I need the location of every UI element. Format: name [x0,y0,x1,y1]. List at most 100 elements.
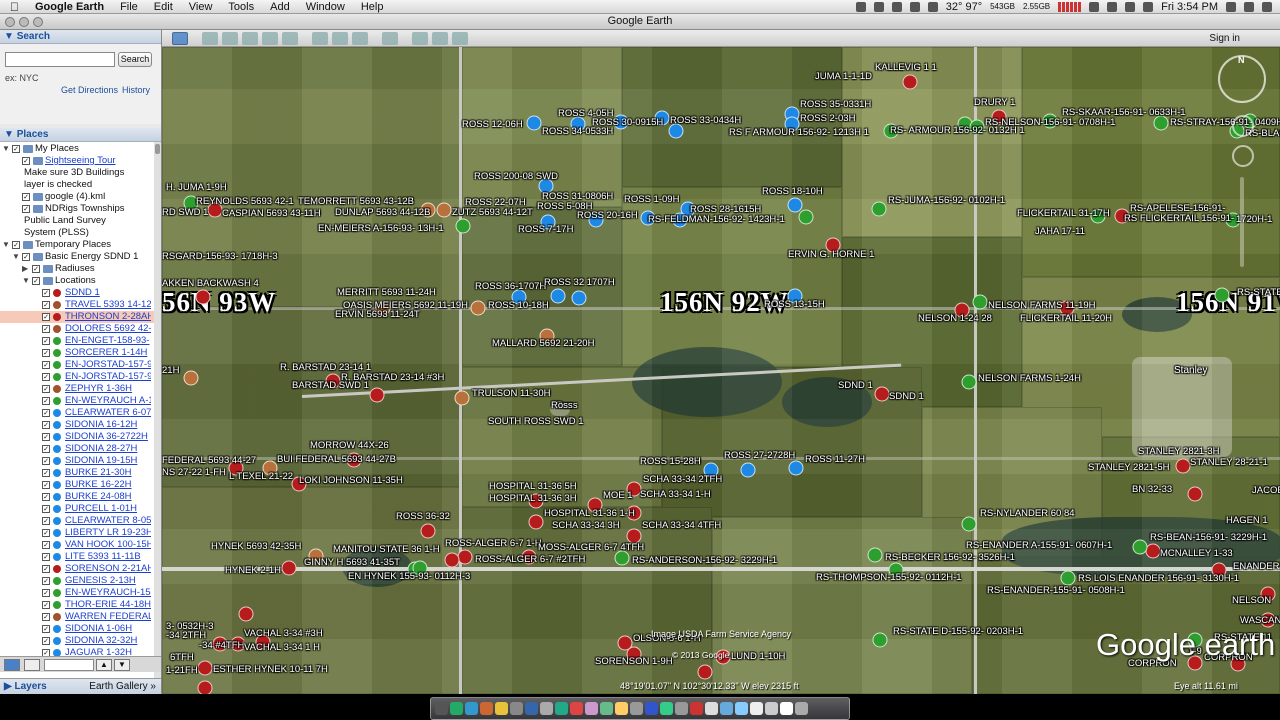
sync-icon[interactable] [909,1,920,12]
visibility-checkbox[interactable]: ✓ [22,205,30,213]
places-tree-item[interactable]: ✓ BURKE 24-08H [0,491,161,503]
placemark-label[interactable]: SCHA 33-34 3H [552,520,620,531]
placemark-label[interactable]: LOKI JOHNSON 11-35H [299,475,403,486]
placemark-label[interactable]: NELSON [1232,595,1271,606]
well-placemark[interactable] [238,606,254,622]
well-placemark[interactable] [528,514,544,530]
places-scrollbar[interactable] [154,142,161,682]
placemark-label[interactable]: ROSS 12-06H [462,119,523,130]
dock-app-icon[interactable] [525,702,538,715]
places-tree-item[interactable]: ✓ SORCERER 1-14H [0,347,161,359]
dock-app-icon[interactable] [705,702,718,715]
visibility-checkbox[interactable]: ✓ [22,193,30,201]
placemark-label[interactable]: SCHA 33-34 1-H [640,489,711,500]
visibility-checkbox[interactable]: ✓ [42,445,50,453]
visibility-checkbox[interactable]: ✓ [42,301,50,309]
well-placemark[interactable] [798,209,814,225]
dock-app-icon[interactable] [510,702,523,715]
placemark-label[interactable]: RS-FELDMAN-156-92- 1423H-1 [648,214,785,225]
visibility-checkbox[interactable]: ✓ [42,601,50,609]
placemark-label[interactable]: ROSS 36-32 [396,511,450,522]
placemark-label[interactable]: RS LOIS ENANDER 156-91- 3130H-1 [1078,573,1239,584]
panel-toggle-icon[interactable] [24,659,40,671]
expanded-arrow-icon[interactable]: ▼ [2,239,10,251]
visibility-checkbox[interactable]: ✓ [42,577,50,585]
places-tree-item[interactable]: ▼ ✓ My Places [0,143,161,155]
visibility-checkbox[interactable]: ✓ [42,541,50,549]
placemark-label[interactable]: EN HYNEK 155-93- 0112H-3 [348,571,470,582]
placemark-label[interactable]: 6TFH [170,652,194,663]
add-placemark-icon[interactable] [202,31,218,45]
placemark-label[interactable]: SDND 1 [838,380,873,391]
placemark-label[interactable]: ROSS 11-27H [805,454,865,465]
spotlight-search-icon[interactable] [1244,1,1254,12]
placemark-label[interactable]: HOSPITAL 31-36 1-H [544,508,635,519]
places-tree-item[interactable]: ✓ DOLORES 5692 42-2 [0,323,161,335]
places-tree-item[interactable]: Public Land Survey [0,215,161,227]
zoom-slider[interactable] [1240,177,1244,267]
placemark-label[interactable]: RS-JUMA-156-92- 0102H-1 [888,195,1005,206]
placemark-label[interactable]: H. JUMA 1-9H [166,182,227,193]
placemark-label[interactable]: MANITOU STATE 36 1-H [333,544,440,555]
placemark-label[interactable]: RSGARD-156-93- 1718H-3 [162,251,278,262]
well-placemark[interactable] [1214,287,1230,303]
user-icon[interactable] [1226,1,1236,12]
places-tree-item[interactable]: ✓ BURKE 21-30H [0,467,161,479]
well-placemark[interactable] [961,516,977,532]
visibility-checkbox[interactable]: ✓ [12,145,20,153]
placemark-label[interactable]: SCHA 33-34 4TFH [642,520,721,531]
well-placemark[interactable] [1175,458,1191,474]
email-icon[interactable] [412,31,428,45]
well-placemark[interactable] [197,660,213,676]
placemark-label[interactable]: RS-ANDERSON-156-92- 3229H-1 [632,555,777,566]
bluetooth-icon[interactable] [1089,1,1100,12]
terminal-icon[interactable] [873,1,884,12]
menu-add[interactable]: Add [262,1,298,13]
visibility-checkbox[interactable]: ✓ [42,613,50,621]
well-placemark[interactable] [457,549,473,565]
placemark-label[interactable]: GINNY H 5693 41-35T [304,557,400,568]
placemark-label[interactable]: BN 32-33 [1132,484,1172,495]
dock-app-icon[interactable] [735,702,748,715]
well-placemark[interactable] [972,294,988,310]
well-placemark[interactable] [788,460,804,476]
places-tree-item[interactable]: ✓ WARREN FEDERAL 58 [0,611,161,623]
places-section-header[interactable]: ▼ Places [0,128,161,142]
well-placemark[interactable] [183,370,199,386]
places-tree-item[interactable]: ✓ THRONSON 2-28AH [0,311,161,323]
placemark-label[interactable]: BARSTAD SWD 1 [292,380,369,391]
placemark-label[interactable]: ROSS 34-0533H [542,126,613,137]
placemark-label[interactable]: ROSS 33-0434H [670,115,741,126]
placemark-label[interactable]: ESTHER HYNEK 10-11 7H [213,664,328,675]
placemark-label[interactable]: RS-ENANDER-155-91- 0508H-1 [987,585,1125,596]
placemark-label[interactable]: HYNEK 5693 42-35H [211,541,301,552]
dock-app-icon[interactable] [780,702,793,715]
add-path-icon[interactable] [242,31,258,45]
well-placemark[interactable] [454,390,470,406]
well-placemark[interactable] [1060,570,1076,586]
placemark-label[interactable]: MCNALLEY 1-33 [1160,548,1233,559]
places-tree-item[interactable]: ▼ ✓ Locations [0,275,161,287]
placemark-label[interactable]: KALLEVIG 1 1 [875,62,937,73]
compass-control[interactable]: N [1218,55,1266,103]
visibility-checkbox[interactable]: ✓ [22,253,30,261]
placemark-label[interactable]: ERVIN G. HORNE 1 [788,249,874,260]
placemark-label[interactable]: NELSON 1-24 28 [918,313,992,324]
well-placemark[interactable] [195,289,211,305]
look-joystick-icon[interactable] [1232,115,1254,137]
ruler-icon[interactable] [382,31,398,45]
well-placemark[interactable] [420,523,436,539]
well-placemark[interactable] [470,300,486,316]
dock-app-icon[interactable] [615,702,628,715]
placemark-label[interactable]: ROSS 15-28H [640,456,701,467]
placemark-label[interactable]: REYNOLDS 5693 42-1 [196,196,294,207]
dock-app-icon[interactable] [690,702,703,715]
placemark-label[interactable]: ROSS-ALGER 6-7 1-H [445,538,542,549]
dropbox-icon[interactable] [855,1,866,12]
places-tree-item[interactable]: ✓ EN-JORSTAD-157-9 [0,371,161,383]
placemark-label[interactable]: ROSS 20-16H [577,210,638,221]
dock-app-icon[interactable] [645,702,658,715]
visibility-checkbox[interactable]: ✓ [42,421,50,429]
well-placemark[interactable] [1187,486,1203,502]
history-link[interactable]: History [122,85,150,95]
